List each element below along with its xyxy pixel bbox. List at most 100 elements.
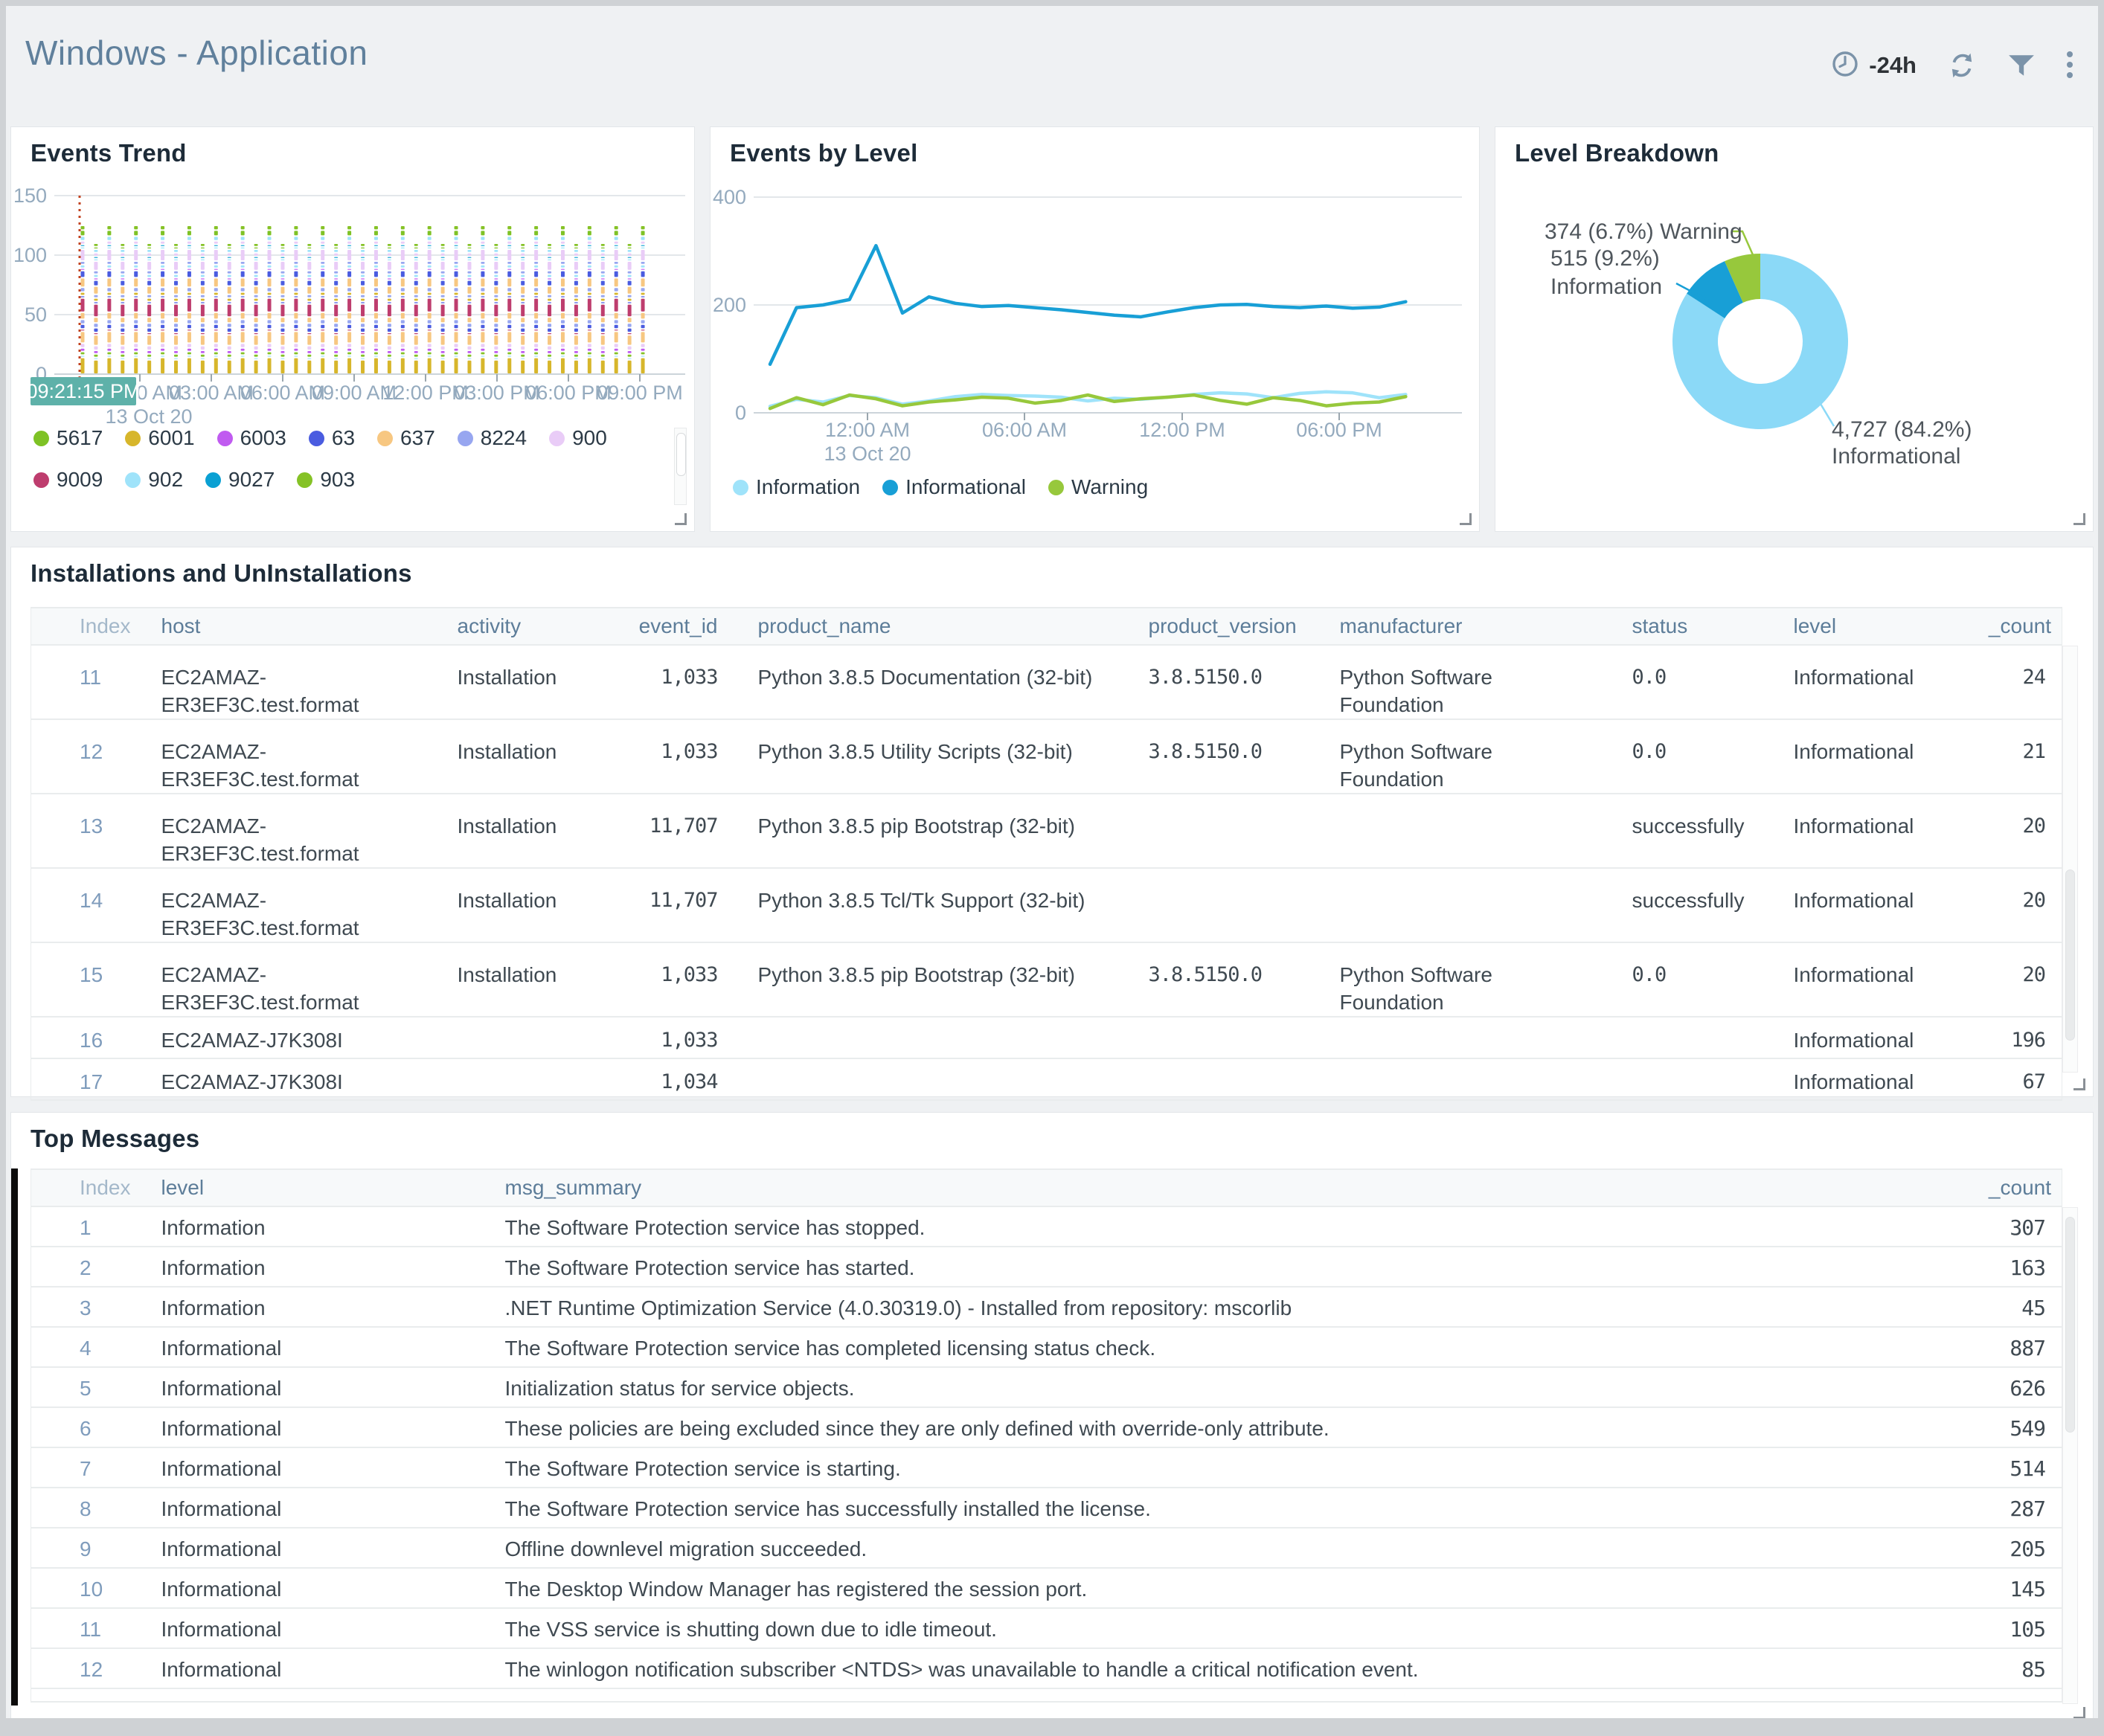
svg-text:Informational: Informational: [1832, 444, 1960, 469]
table-row[interactable]: 12EC2AMAZ-ER3EF3C.test.formatInstallatio…: [31, 719, 2062, 794]
table-row[interactable]: 11EC2AMAZ-ER3EF3C.test.formatInstallatio…: [31, 645, 2062, 719]
table-cell: 3.8.5150.0: [1119, 645, 1310, 719]
table-cell: The Software Protection service has star…: [475, 1247, 1943, 1287]
column-header-level[interactable]: level: [1764, 608, 1943, 645]
legend-item-900[interactable]: 900: [549, 426, 607, 450]
column-header-product_version[interactable]: product_version: [1119, 608, 1310, 645]
table-row[interactable]: 1InformationThe Software Protection serv…: [31, 1206, 2062, 1247]
legend-item-warning[interactable]: Warning: [1048, 475, 1148, 499]
more-menu-button[interactable]: [2065, 50, 2074, 81]
column-header-_count[interactable]: _count: [1943, 1169, 2062, 1206]
table-row[interactable]: 13EC2AMAZ-ER3EF3C.test.formatInstallatio…: [31, 794, 2062, 868]
refresh-button[interactable]: [1946, 50, 1978, 81]
legend-item-8224[interactable]: 8224: [458, 426, 527, 450]
table-cell: Informational: [1764, 794, 1943, 868]
table-cell: Python 3.8.5 Tcl/Tk Support (32-bit): [728, 868, 1119, 942]
resize-handle[interactable]: [675, 513, 687, 525]
svg-text:0: 0: [735, 402, 746, 424]
scrollbar-thumb[interactable]: [2065, 869, 2075, 1041]
table-row[interactable]: 14EC2AMAZ-ER3EF3C.test.formatInstallatio…: [31, 868, 2062, 942]
column-header-host[interactable]: host: [132, 608, 428, 645]
legend-item-informational[interactable]: Informational: [882, 475, 1026, 499]
level-breakdown-chart[interactable]: 374 (6.7%) Warning515 (9.2%)Information4…: [1495, 127, 2094, 533]
legend-item-902[interactable]: 902: [125, 468, 183, 492]
table-cell: Informational: [132, 1407, 475, 1447]
column-header-manufacturer[interactable]: manufacturer: [1310, 608, 1603, 645]
table-cell: 3.8.5150.0: [1119, 719, 1310, 794]
top-messages-scrollbar[interactable]: [2062, 1207, 2078, 1704]
row-index: 7: [31, 1447, 132, 1488]
table-cell: Python Software Foundation: [1310, 645, 1603, 719]
column-header-msg_summary[interactable]: msg_summary: [475, 1169, 1943, 1206]
table-row[interactable]: 15EC2AMAZ-ER3EF3C.test.formatInstallatio…: [31, 942, 2062, 1017]
column-header-product_name[interactable]: product_name: [728, 608, 1119, 645]
table-cell: 11,707: [639, 794, 728, 868]
table-cell: 626: [1943, 1367, 2062, 1407]
legend-swatch: [377, 431, 393, 446]
table-row[interactable]: 8InformationalThe Software Protection se…: [31, 1488, 2062, 1528]
table-cell: The Desktop Window Manager has registere…: [475, 1568, 1943, 1608]
column-header-index[interactable]: Index: [31, 608, 132, 645]
left-black-scrollbar[interactable]: [11, 1168, 18, 1706]
installations-scrollbar[interactable]: [2062, 646, 2078, 1073]
table-row[interactable]: 7InformationalThe Software Protection se…: [31, 1447, 2062, 1488]
table-cell: Offline downlevel migration succeeded.: [475, 1528, 1943, 1568]
legend-swatch: [882, 480, 898, 495]
legend-item-6001[interactable]: 6001: [125, 426, 194, 450]
time-range-button[interactable]: -24h: [1830, 49, 1917, 83]
table-cell: EC2AMAZ-ER3EF3C.test.format: [132, 868, 428, 942]
row-index: 14: [31, 868, 132, 942]
table-row[interactable]: 6InformationalThese policies are being e…: [31, 1407, 2062, 1447]
empty-row: [31, 1688, 2062, 1702]
resize-handle[interactable]: [2073, 1078, 2085, 1090]
legend-item-9027[interactable]: 9027: [205, 468, 275, 492]
table-row[interactable]: 12InformationalThe winlogon notification…: [31, 1648, 2062, 1688]
column-header-status[interactable]: status: [1603, 608, 1764, 645]
legend-item-5617[interactable]: 5617: [33, 426, 103, 450]
resize-handle[interactable]: [2073, 513, 2085, 525]
svg-text:09:00 PM: 09:00 PM: [597, 382, 683, 404]
legend-swatch: [458, 431, 473, 446]
svg-text:Information: Information: [1550, 274, 1662, 299]
svg-text:100: 100: [13, 244, 47, 266]
filter-button[interactable]: [2007, 51, 2036, 80]
events-trend-chart[interactable]: 15010050012:00 AM03:00 AM06:00 AM09:00 A…: [11, 175, 696, 428]
panel-events-by-level: Events by Level 400200012:00 AM06:00 AM1…: [710, 126, 1480, 532]
scrollbar-thumb[interactable]: [676, 433, 686, 476]
table-row[interactable]: 17EC2AMAZ-J7K308I1,034Informational67: [31, 1058, 2062, 1100]
scrollbar-thumb[interactable]: [2065, 1217, 2075, 1433]
legend-item-information[interactable]: Information: [733, 475, 860, 499]
table-row[interactable]: 11InformationalThe VSS service is shutti…: [31, 1608, 2062, 1648]
legend-item-903[interactable]: 903: [297, 468, 355, 492]
table-cell: EC2AMAZ-ER3EF3C.test.format: [132, 645, 428, 719]
row-index: 12: [31, 719, 132, 794]
resize-handle[interactable]: [1460, 513, 1472, 525]
table-row[interactable]: 4InformationalThe Software Protection se…: [31, 1327, 2062, 1367]
column-header-activity[interactable]: activity: [428, 608, 639, 645]
legend-scrollbar[interactable]: [674, 428, 687, 505]
table-row[interactable]: 3Information.NET Runtime Optimization Se…: [31, 1287, 2062, 1327]
legend-item-9009[interactable]: 9009: [33, 468, 103, 492]
column-header-_count[interactable]: _count: [1943, 608, 2062, 645]
table-cell: 20: [1943, 942, 2062, 1017]
table-row[interactable]: 5InformationalInitialization status for …: [31, 1367, 2062, 1407]
column-header-level[interactable]: level: [132, 1169, 475, 1206]
table-cell: [1603, 1058, 1764, 1100]
events-by-level-chart[interactable]: 400200012:00 AM06:00 AM12:00 PM06:00 PM1…: [711, 175, 1481, 472]
table-cell: EC2AMAZ-J7K308I: [132, 1058, 428, 1100]
column-header-index[interactable]: Index: [31, 1169, 132, 1206]
table-row[interactable]: 16EC2AMAZ-J7K308I1,033Informational196: [31, 1017, 2062, 1058]
legend-item-637[interactable]: 637: [377, 426, 435, 450]
table-row[interactable]: 10InformationalThe Desktop Window Manage…: [31, 1568, 2062, 1608]
column-header-event_id[interactable]: event_id: [639, 608, 728, 645]
legend-item-63[interactable]: 63: [309, 426, 355, 450]
legend-item-6003[interactable]: 6003: [217, 426, 286, 450]
resize-handle[interactable]: [2073, 1707, 2085, 1718]
table-cell: 145: [1943, 1568, 2062, 1608]
table-cell: [1119, 1058, 1310, 1100]
table-cell: 45: [1943, 1287, 2062, 1327]
table-cell: 0.0: [1603, 719, 1764, 794]
table-row[interactable]: 2InformationThe Software Protection serv…: [31, 1247, 2062, 1287]
svg-text:400: 400: [713, 186, 746, 208]
table-row[interactable]: 9InformationalOffline downlevel migratio…: [31, 1528, 2062, 1568]
